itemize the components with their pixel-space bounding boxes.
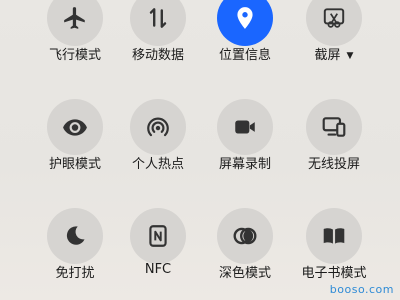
tile-do-not-disturb[interactable]: 免打扰	[30, 208, 120, 298]
chevron-down-icon[interactable]: ▼	[347, 51, 354, 61]
moon-icon	[47, 208, 103, 264]
tile-label: 无线投屏	[307, 157, 360, 172]
location-pin-icon	[217, 0, 273, 46]
tile-screen-record[interactable]: 屏幕录制	[200, 99, 290, 189]
airplane-icon	[47, 0, 103, 46]
nfc-icon	[130, 208, 186, 264]
tile-screenshot[interactable]: 截屏 ▼	[289, 0, 379, 80]
tile-airplane-mode[interactable]: 飞行模式	[30, 0, 120, 80]
screenshot-scissors-icon	[306, 0, 362, 46]
tile-label: 截屏 ▼	[279, 44, 389, 63]
tile-eye-comfort[interactable]: 护眼模式	[30, 99, 120, 189]
mobile-data-icon	[130, 0, 186, 46]
tile-dark-mode[interactable]: 深色模式	[200, 208, 290, 298]
tile-label: 电子书模式	[301, 266, 367, 281]
quick-settings-panel: 飞行模式 移动数据 位置信息 截屏 ▼ 护眼模式 个人热点 屏幕录制 无线投屏 …	[0, 0, 400, 300]
hotspot-icon	[130, 99, 186, 155]
eye-icon	[47, 99, 103, 155]
book-icon	[306, 208, 362, 264]
tile-location[interactable]: 位置信息	[200, 0, 290, 80]
tile-mobile-data[interactable]: 移动数据	[113, 0, 203, 80]
dark-mode-icon	[217, 208, 273, 264]
video-camera-icon	[217, 99, 273, 155]
tile-nfc[interactable]: NFC	[113, 208, 203, 298]
tile-hotspot[interactable]: 个人热点	[113, 99, 203, 189]
watermark-text: booso.com	[329, 283, 394, 296]
tile-label-text: 截屏	[314, 48, 341, 63]
tile-wireless-cast[interactable]: 无线投屏	[289, 99, 379, 189]
cast-screen-icon	[306, 99, 362, 155]
